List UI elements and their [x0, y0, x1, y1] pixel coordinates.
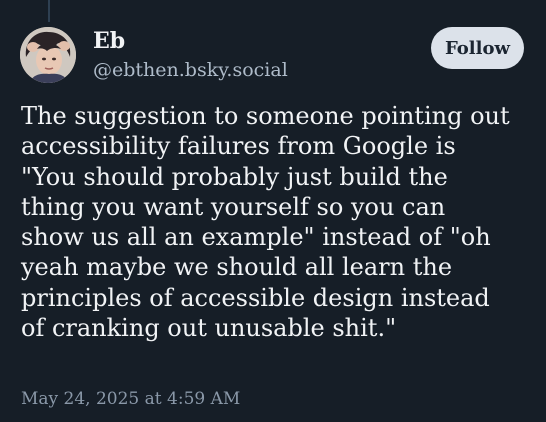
author-avatar[interactable]	[20, 27, 76, 83]
post-text-line: thing you want yourself so you can	[21, 192, 446, 221]
author-handle[interactable]: @ebthen.bsky.social	[93, 58, 288, 82]
author-display-name[interactable]: Eb	[93, 28, 125, 54]
post-timestamp[interactable]: May 24, 2025 at 4:59 AM	[21, 388, 240, 410]
post-text-line: The suggestion to someone pointing out	[21, 102, 510, 130]
avatar-photo-icon	[20, 27, 76, 83]
post-text-line: yeah maybe we should all learn the	[21, 253, 453, 282]
post-text-line: show us all an example" instead of "oh	[21, 223, 491, 252]
post-text: The suggestion to someone pointing out a…	[21, 101, 533, 343]
thread-connector-line	[48, 0, 50, 22]
post-text-line: accessibility failures from Google is	[21, 132, 456, 161]
follow-button[interactable]: Follow	[431, 27, 524, 69]
post-text-line: of cranking out unusable shit."	[21, 314, 397, 343]
post-text-line: "You should probably just build the	[21, 162, 448, 191]
post-text-line: principles of accessible design instead	[21, 283, 490, 312]
